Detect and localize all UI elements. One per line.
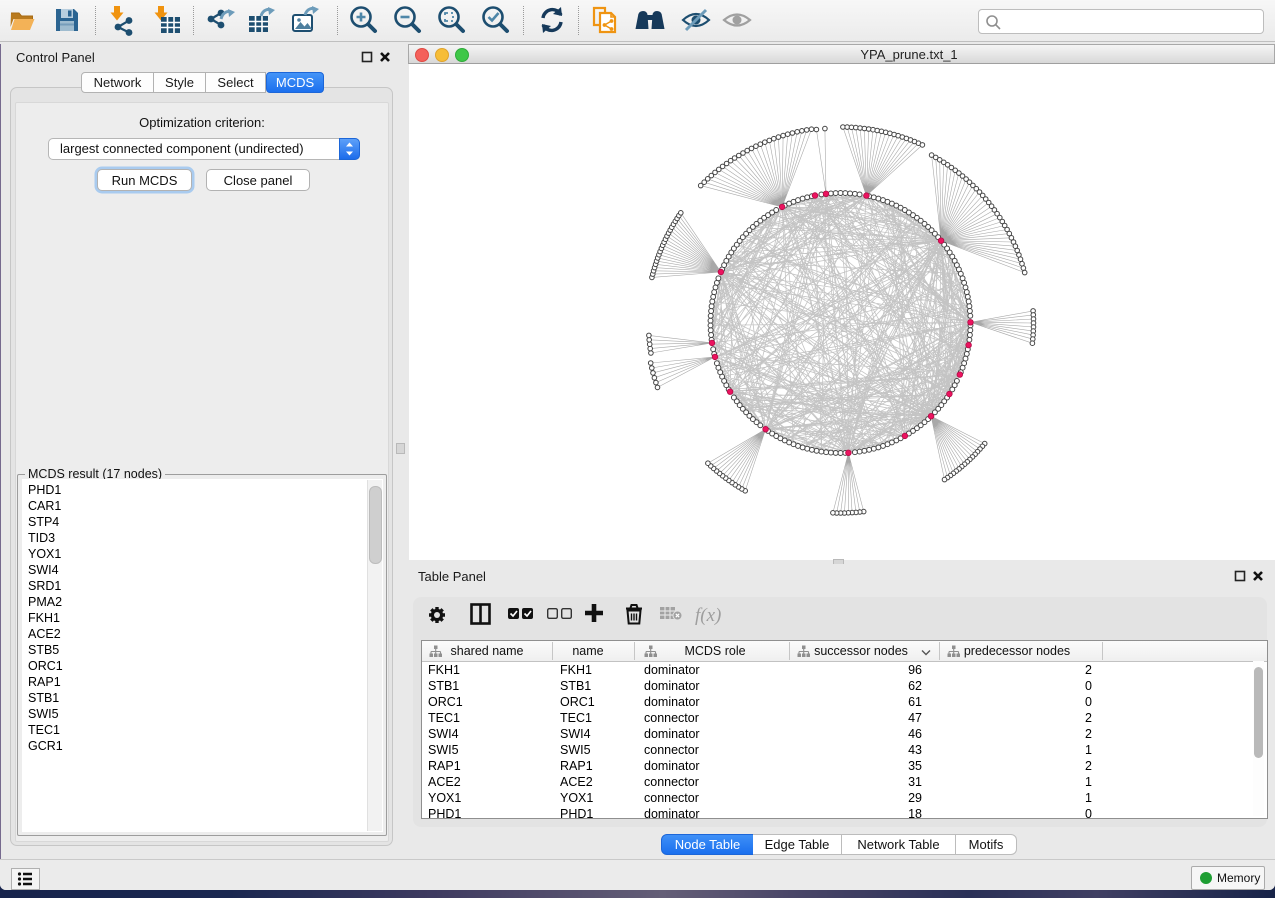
svg-text:f(x): f(x) [695, 605, 721, 626]
